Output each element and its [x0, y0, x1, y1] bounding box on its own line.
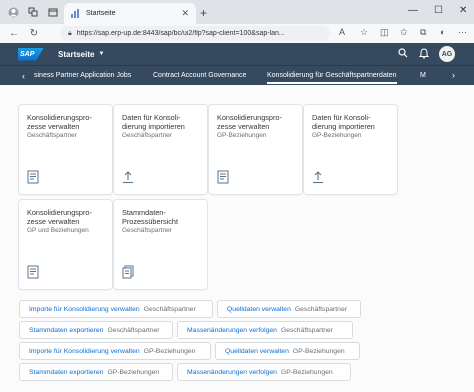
chevron-left-icon[interactable]: ‹ [22, 71, 30, 81]
tile-konsolidierungsprozesse-gp-und-beziehungen[interactable]: Konsolidierungspro-zesse verwalten GP un… [19, 200, 112, 289]
link-importe-verwalten-gpb[interactable]: Importe für Konsolidierung verwalten GP-B… [19, 342, 211, 360]
nav-item-contract-account[interactable]: Contract Account Governance [153, 72, 246, 79]
read-aloud-icon[interactable]: A [339, 27, 345, 37]
copilot-icon[interactable]: ◐ [440, 27, 445, 37]
nav-item-business-partner-jobs[interactable]: siness Partner Application Jobs [34, 72, 131, 79]
close-tab-icon[interactable]: ✕ [181, 8, 189, 19]
upload-icon [123, 171, 133, 184]
nav-item-m[interactable]: M [420, 72, 426, 79]
url-field[interactable]: 🔒︎ https://sap.erp-up.de:8443/sap/bc/ui2… [60, 26, 330, 41]
link-importe-verwalten-gp[interactable]: Importe für Konsolidierung verwalten Gesc… [19, 300, 213, 318]
profile-icon[interactable] [6, 5, 20, 19]
chevron-right-icon[interactable]: › [452, 70, 455, 80]
tile-title: Konsolidierungspro-zesse verwalten [27, 208, 92, 226]
new-tab-icon[interactable]: + [200, 6, 207, 20]
bell-icon[interactable] [418, 48, 430, 61]
tile-konsolidierungsprozesse-gpb[interactable]: Konsolidierungspro-zesse verwalten GP-Be… [209, 105, 302, 194]
nav-item-konsolidierung[interactable]: Konsolidierung für Geschäftspartnerdaten [267, 72, 397, 84]
refresh-icon[interactable]: ↻ [28, 28, 40, 39]
tile-title: Stammdaten- Prozessübersicht [122, 208, 178, 226]
tile-daten-importieren-gp[interactable]: Daten für Konsoli-dierung importieren Ge… [114, 105, 207, 194]
collections-icon[interactable]: ⧉ [420, 27, 426, 38]
maximize-icon[interactable]: ☐ [434, 5, 443, 16]
tile-subtitle: Geschäftspartner [27, 132, 77, 139]
tile-subtitle: Geschäftspartner [122, 132, 172, 139]
sap-logo[interactable]: SAP [18, 47, 44, 61]
browser-tab-bar: Startseite ✕ + — ☐ ✕ [0, 0, 474, 24]
chart-favicon-icon [71, 9, 80, 18]
link-stammdaten-exportieren-gp[interactable]: Stammdaten exportieren Geschäftspartner [19, 321, 173, 339]
tile-daten-importieren-gpb[interactable]: Daten für Konsoli-dierung importieren GP… [304, 105, 397, 194]
more-icon[interactable]: ⋯ [458, 27, 467, 38]
search-icon[interactable] [398, 48, 408, 60]
tab-actions-icon[interactable] [46, 5, 60, 19]
link-massenaenderungen-gp[interactable]: Massenänderungen verfolgen Geschäftspartn… [177, 321, 353, 339]
tile-stammdaten-prozessuebersicht[interactable]: Stammdaten- Prozessübersicht Geschäftspar… [114, 200, 207, 289]
address-bar-row: ← ↻ 🔒︎ https://sap.erp-up.de:8443/sap/bc… [0, 24, 474, 43]
favorite-icon[interactable]: ☆ [360, 27, 368, 38]
close-window-icon[interactable]: ✕ [459, 5, 467, 16]
workspaces-icon[interactable] [26, 5, 40, 19]
space-navigation-bar: ‹ siness Partner Application Jobs Contra… [0, 65, 474, 85]
link-stammdaten-exportieren-gpb[interactable]: Stammdaten exportieren GP-Beziehungen [19, 363, 173, 381]
tile-title: Daten für Konsoli-dierung importieren [122, 113, 185, 131]
document-list-icon [217, 170, 229, 184]
lock-icon: 🔒︎ [68, 29, 72, 37]
documents-icon [122, 265, 134, 279]
tile-konsolidierungsprozesse-gp[interactable]: Konsolidierungspro-zesse verwalten Gesch… [19, 105, 112, 194]
link-quelldaten-verwalten-gpb[interactable]: Quelldaten verwalten GP-Beziehungen [215, 342, 360, 360]
minimize-icon[interactable]: — [408, 5, 418, 16]
avatar[interactable]: AG [439, 46, 455, 62]
tile-subtitle: GP-Beziehungen [217, 132, 267, 139]
split-screen-icon[interactable]: ◫ [380, 27, 389, 38]
tile-subtitle: GP und Beziehungen [27, 227, 89, 234]
shell-title[interactable]: Startseite [58, 50, 94, 59]
favorites-bar-icon[interactable]: ✩ [400, 27, 408, 38]
back-icon[interactable]: ← [8, 28, 20, 39]
tile-title: Konsolidierungspro-zesse verwalten [27, 113, 92, 131]
url-text: https://sap.erp-up.de:8443/sap/bc/ui2/fl… [76, 30, 285, 37]
document-list-icon [27, 170, 39, 184]
tab-title: Startseite [86, 10, 116, 17]
upload-icon [313, 171, 323, 184]
tile-subtitle: GP-Beziehungen [312, 132, 362, 139]
document-list-icon [27, 265, 39, 279]
link-quelldaten-verwalten-gp[interactable]: Quelldaten verwalten Geschäftspartner [217, 300, 361, 318]
link-massenaenderungen-gpb[interactable]: Massenänderungen verfolgen GP-Beziehungen [177, 363, 351, 381]
browser-tab[interactable]: Startseite ✕ [64, 3, 196, 24]
sap-shell-bar: SAP Startseite ▼ AG [0, 43, 474, 65]
tile-title: Konsolidierungspro-zesse verwalten [217, 113, 282, 131]
chevron-down-icon[interactable]: ▼ [98, 51, 104, 57]
tile-title: Daten für Konsoli-dierung importieren [312, 113, 375, 131]
tile-subtitle: Geschäftspartner [122, 227, 172, 234]
